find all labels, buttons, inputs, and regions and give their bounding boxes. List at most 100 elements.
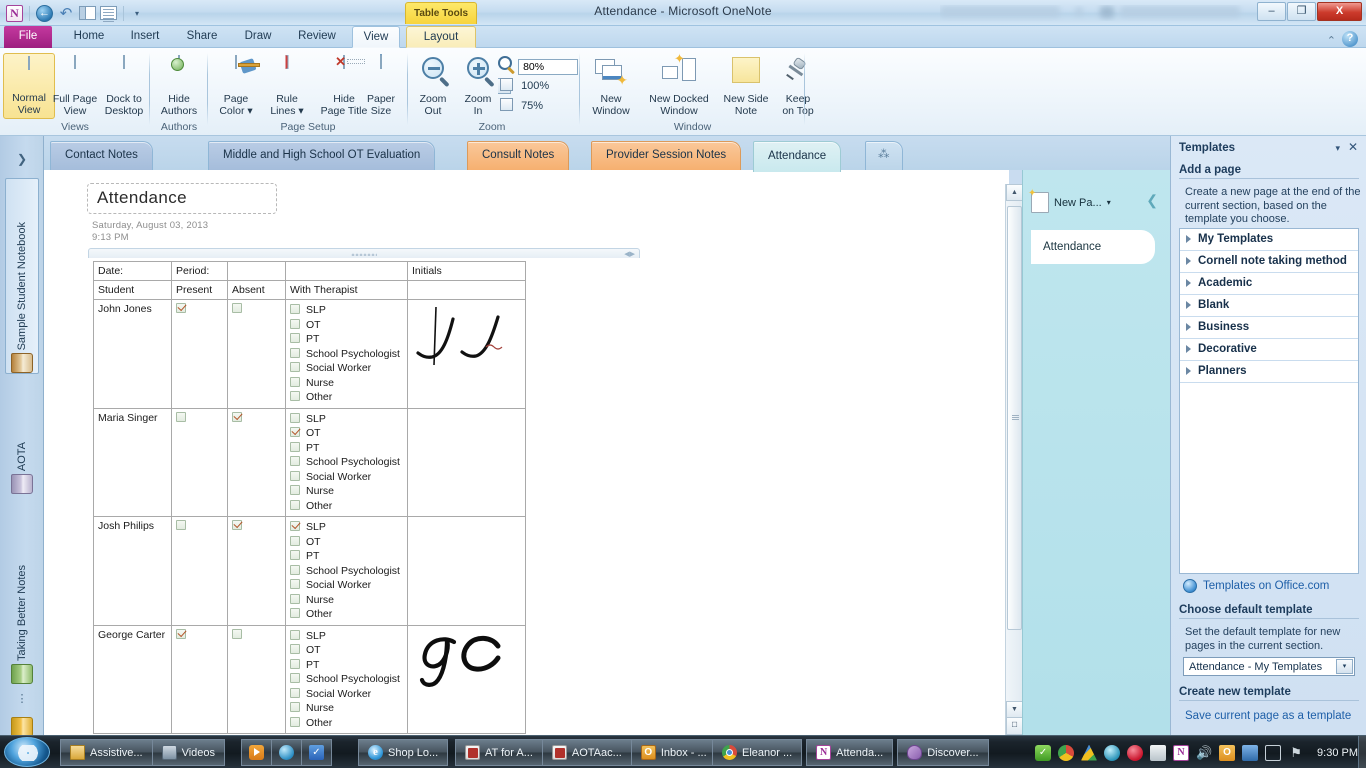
taskbar-item-aotaac[interactable]: AOTAac... bbox=[541, 739, 631, 766]
col-header-present[interactable]: Present bbox=[171, 280, 228, 300]
therapist-checkbox-nurse[interactable] bbox=[290, 376, 300, 387]
therapist-checkbox-school-psychologist[interactable] bbox=[290, 564, 300, 575]
network-tray-icon[interactable] bbox=[1242, 744, 1259, 761]
present-cell[interactable] bbox=[171, 624, 228, 734]
therapist-checkbox-social-worker[interactable] bbox=[290, 362, 300, 372]
page-title[interactable]: Attendance bbox=[97, 188, 187, 208]
absent-cell[interactable] bbox=[227, 624, 286, 734]
therapist-checkbox-nurse[interactable] bbox=[290, 593, 300, 604]
present-checkbox[interactable] bbox=[176, 411, 186, 422]
template-category-blank[interactable]: Blank bbox=[1180, 295, 1358, 317]
new-window-button[interactable]: ✦ New Window bbox=[583, 53, 639, 119]
therapist-cell[interactable]: SLP OT PT School Psychologist Social Wor… bbox=[285, 407, 408, 517]
therapist-checkbox-nurse[interactable] bbox=[290, 485, 300, 495]
absent-checkbox[interactable] bbox=[232, 520, 242, 530]
student-name-cell[interactable]: George Carter bbox=[93, 624, 172, 734]
notebook-aota[interactable]: AOTA bbox=[5, 386, 39, 494]
therapist-cell[interactable]: SLP OT PT School Psychologist Social Wor… bbox=[285, 299, 408, 409]
action-center-flag-icon[interactable]: ⚑ bbox=[1288, 745, 1304, 761]
evernote-tray-icon[interactable]: ✓ bbox=[1035, 744, 1052, 761]
expand-navigation-icon[interactable]: ❯ bbox=[17, 152, 27, 166]
therapist-cell[interactable]: SLP OT PT School Psychologist Social Wor… bbox=[285, 516, 408, 626]
create-new-section-icon[interactable]: ⁂ bbox=[865, 141, 903, 170]
taskbar-item-inbox[interactable]: O Inbox - ... bbox=[630, 739, 717, 766]
start-button-icon[interactable] bbox=[4, 737, 50, 767]
col-header-therapist[interactable]: With Therapist bbox=[285, 280, 408, 300]
tab-file[interactable]: File bbox=[4, 26, 52, 48]
scroll-down-button[interactable]: ▼ bbox=[1006, 701, 1023, 718]
taskbar-item-videos[interactable]: Videos bbox=[151, 739, 226, 766]
template-category-cornell[interactable]: Cornell note taking method bbox=[1180, 251, 1358, 273]
therapist-checkbox-pt[interactable] bbox=[290, 441, 300, 452]
template-category-business[interactable]: Business bbox=[1180, 317, 1358, 339]
therapist-checkbox-other[interactable] bbox=[290, 499, 300, 510]
therapist-checkbox-slp[interactable] bbox=[290, 629, 300, 640]
templates-pane-menu-icon[interactable]: ▾ bbox=[1335, 143, 1340, 154]
new-docked-window-button[interactable]: ✦ New Docked Window bbox=[640, 52, 718, 119]
show-desktop-button[interactable] bbox=[1358, 736, 1366, 768]
attendance-table[interactable]: Date: Period: Initials Student Present A… bbox=[93, 261, 526, 734]
therapist-checkbox-ot[interactable] bbox=[290, 318, 300, 329]
notebook-overflow-icon[interactable]: ⋮ bbox=[17, 692, 28, 705]
volume-tray-icon[interactable]: 🔊 bbox=[1196, 745, 1212, 761]
taskbar-item-checkbox-app[interactable]: ✓ bbox=[301, 739, 332, 766]
therapist-checkbox-school-psychologist[interactable] bbox=[290, 347, 300, 358]
zoom-preset-100-button[interactable]: 100% bbox=[500, 78, 549, 92]
dock-to-desktop-button[interactable]: Dock to Desktop bbox=[98, 53, 150, 119]
notebook-sample-student-notebook[interactable]: Sample Student Notebook bbox=[5, 178, 39, 374]
absent-cell[interactable] bbox=[227, 299, 286, 409]
col-header-student[interactable]: Student bbox=[93, 280, 172, 300]
tab-layout[interactable]: Layout bbox=[406, 26, 476, 48]
new-page-button[interactable]: New Pa... ▾ bbox=[1028, 188, 1111, 213]
zoom-in-button[interactable]: Zoom In bbox=[452, 53, 504, 119]
template-category-planners[interactable]: Planners bbox=[1180, 361, 1358, 383]
therapist-checkbox-other[interactable] bbox=[290, 716, 300, 727]
template-category-decorative[interactable]: Decorative bbox=[1180, 339, 1358, 361]
save-page-as-template-link[interactable]: Save current page as a template bbox=[1185, 710, 1351, 722]
student-name-cell[interactable]: Josh Philips bbox=[93, 516, 172, 626]
absent-checkbox[interactable] bbox=[232, 411, 242, 422]
page-color-dropdown-icon[interactable]: ▾ bbox=[247, 105, 252, 117]
onenote-tray-icon[interactable]: N bbox=[1173, 744, 1190, 761]
taskbar-item-shop-lowes[interactable]: e Shop Lo... bbox=[358, 739, 449, 766]
tab-draw[interactable]: Draw bbox=[234, 26, 282, 48]
rule-lines-dropdown-icon[interactable]: ▾ bbox=[298, 105, 303, 117]
templates-on-office-row[interactable]: Templates on Office.com bbox=[1183, 579, 1329, 593]
tab-review[interactable]: Review bbox=[288, 26, 346, 48]
col-header-absent[interactable]: Absent bbox=[227, 280, 286, 300]
page-title-container[interactable]: Attendance bbox=[87, 183, 277, 214]
notebook-taking-better-notes[interactable]: Taking Better Notes bbox=[5, 502, 39, 684]
keep-on-top-button[interactable]: Keep on Top bbox=[774, 53, 822, 119]
close-button[interactable]: X bbox=[1317, 2, 1362, 21]
maximize-button[interactable]: ❐ bbox=[1287, 2, 1316, 21]
zoom-percent-field[interactable]: 80% bbox=[518, 59, 579, 75]
section-tab-consult-notes[interactable]: Consult Notes bbox=[467, 141, 570, 170]
therapist-checkbox-social-worker[interactable] bbox=[290, 687, 300, 698]
table-drag-handle[interactable]: ◀▶ bbox=[88, 248, 640, 258]
collapse-ribbon-icon[interactable]: ⌃ bbox=[1327, 34, 1336, 47]
page-canvas[interactable]: Attendance Saturday, August 03, 2013 9:1… bbox=[44, 170, 1009, 735]
section-tab-contact-notes[interactable]: Contact Notes bbox=[50, 141, 153, 170]
initials-cell[interactable] bbox=[407, 299, 526, 409]
cell-blank-1[interactable] bbox=[227, 261, 286, 281]
help-icon[interactable]: ? bbox=[1342, 31, 1358, 47]
taskbar-item-attendance-onenote[interactable]: N Attenda... bbox=[806, 739, 894, 766]
taskbar-item-discover[interactable]: Discover... bbox=[897, 739, 989, 766]
initials-cell[interactable] bbox=[407, 407, 526, 517]
therapist-checkbox-school-psychologist[interactable] bbox=[290, 673, 300, 683]
therapist-checkbox-social-worker[interactable] bbox=[290, 579, 300, 589]
outlook-tray-icon[interactable]: O bbox=[1219, 744, 1236, 761]
absent-cell[interactable] bbox=[227, 407, 286, 517]
table-resize-icon[interactable]: ◀▶ bbox=[624, 250, 635, 258]
scrollbar-thumb[interactable] bbox=[1007, 206, 1022, 630]
absent-checkbox[interactable] bbox=[232, 303, 242, 313]
zoom-preset-75-button[interactable]: 75% bbox=[500, 98, 543, 112]
hide-authors-button[interactable]: Hide Authors bbox=[153, 53, 205, 119]
therapist-checkbox-ot[interactable] bbox=[290, 535, 300, 546]
templates-pane-close-icon[interactable]: ✕ bbox=[1348, 140, 1358, 154]
collapse-page-list-icon[interactable]: ❮ bbox=[1146, 192, 1158, 209]
new-page-dropdown-icon[interactable]: ▾ bbox=[1107, 198, 1111, 207]
therapist-checkbox-pt[interactable] bbox=[290, 550, 300, 560]
taskbar-item-browser[interactable] bbox=[271, 739, 301, 766]
full-page-view-button[interactable]: Full Page View bbox=[49, 53, 101, 119]
